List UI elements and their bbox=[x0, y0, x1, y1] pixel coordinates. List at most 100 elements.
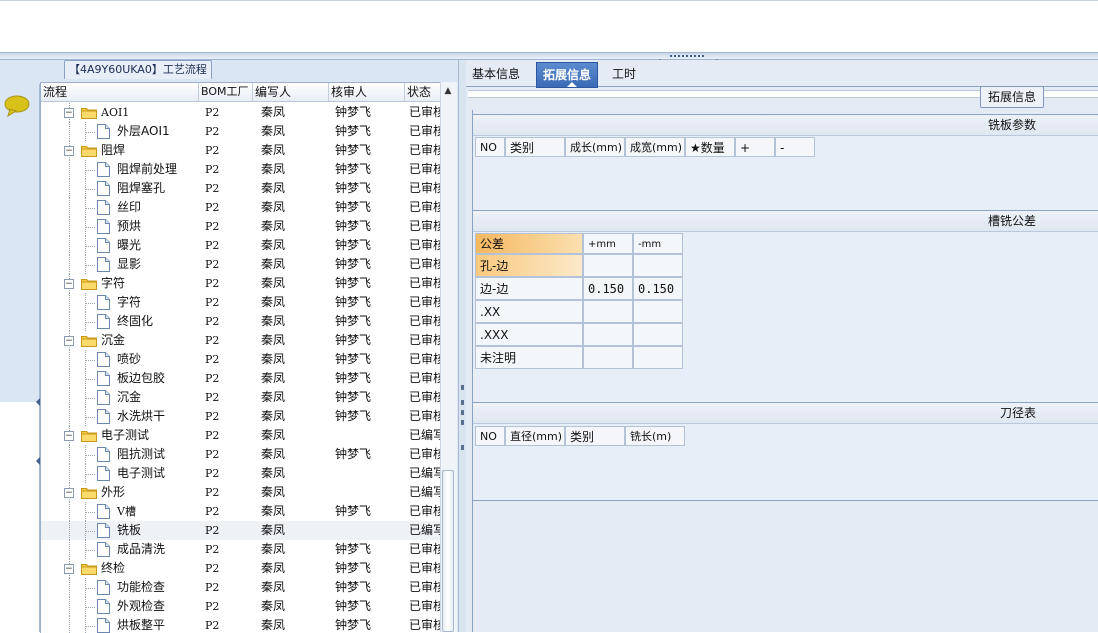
side-strip-bg bbox=[0, 84, 39, 402]
table-row[interactable]: 外观检查 P2 秦凤 钟梦飞 已审核 bbox=[41, 597, 441, 616]
tree-line bbox=[85, 303, 95, 304]
splitter-collapse-icon[interactable] bbox=[655, 53, 665, 64]
bom-factory: P2 bbox=[205, 600, 220, 613]
column-header-writer[interactable]: 编写人 bbox=[253, 83, 329, 101]
status: 已审核 bbox=[409, 580, 441, 594]
table-row[interactable]: − 阻焊 P2 秦凤 钟梦飞 已审核 bbox=[41, 141, 441, 160]
col-width[interactable]: 成宽(mm) bbox=[625, 137, 685, 157]
splitter-grip-icon[interactable] bbox=[670, 55, 704, 59]
status: 已审核 bbox=[409, 257, 441, 271]
tolerance-plus-field[interactable] bbox=[583, 323, 633, 346]
reviewer: 钟梦飞 bbox=[335, 352, 372, 366]
tool-col-category[interactable]: 类别 bbox=[565, 426, 625, 446]
tree-line bbox=[85, 512, 95, 513]
table-row[interactable]: 曝光 P2 秦凤 钟梦飞 已审核 bbox=[41, 236, 441, 255]
table-row[interactable]: 成品清洗 P2 秦凤 钟梦飞 已审核 bbox=[41, 540, 441, 559]
col-minus[interactable]: - bbox=[775, 137, 815, 157]
tolerance-name: 未注明 bbox=[475, 346, 583, 369]
tolerance-minus-field[interactable] bbox=[633, 254, 683, 277]
table-row[interactable]: 铣板 P2 秦凤 已编写 bbox=[41, 521, 441, 540]
tool-col-mill-length[interactable]: 铣长(m) bbox=[625, 426, 685, 446]
table-row[interactable]: − 电子测试 P2 秦凤 已编写 bbox=[41, 426, 441, 445]
tab-basic-info[interactable]: 基本信息 bbox=[466, 62, 526, 86]
col-category[interactable]: 类别 bbox=[505, 137, 565, 157]
collapse-toggle-icon[interactable]: − bbox=[64, 564, 74, 574]
table-row[interactable]: 阻焊前处理 P2 秦凤 钟梦飞 已审核 bbox=[41, 160, 441, 179]
writer: 秦凤 bbox=[261, 219, 286, 233]
table-row[interactable]: 阻抗测试 P2 秦凤 钟梦飞 已审核 bbox=[41, 445, 441, 464]
flow-name: 沉金 bbox=[101, 333, 126, 347]
table-row[interactable]: 阻焊塞孔 P2 秦凤 钟梦飞 已审核 bbox=[41, 179, 441, 198]
tolerance-minus-field[interactable] bbox=[633, 346, 683, 369]
table-row[interactable]: 字符 P2 秦凤 钟梦飞 已审核 bbox=[41, 293, 441, 312]
tree-line bbox=[69, 350, 70, 369]
tolerance-plus-field[interactable] bbox=[583, 300, 633, 323]
flow-name: 阻焊前处理 bbox=[117, 162, 178, 176]
collapse-toggle-icon[interactable]: − bbox=[64, 279, 74, 289]
tab-work-hours[interactable]: 工时 bbox=[606, 62, 642, 86]
top-toolbar-area bbox=[0, 0, 1098, 53]
horizontal-splitter[interactable] bbox=[0, 52, 1098, 60]
tolerance-plus-field[interactable]: 0.150 bbox=[583, 277, 633, 300]
tolerance-plus-field[interactable] bbox=[583, 346, 633, 369]
column-header-flow[interactable]: 流程 bbox=[41, 83, 199, 101]
splitter-expand-icon[interactable] bbox=[712, 53, 722, 64]
tolerance-name: 孔-边 bbox=[475, 254, 583, 277]
column-header-bom[interactable]: BOM工厂 bbox=[199, 83, 253, 101]
status: 已审核 bbox=[409, 618, 441, 632]
reviewer: 钟梦飞 bbox=[335, 580, 372, 594]
tolerance-header-plus: +mm bbox=[583, 233, 633, 254]
reviewer: 钟梦飞 bbox=[335, 504, 372, 518]
collapse-toggle-icon[interactable]: − bbox=[64, 336, 74, 346]
table-row[interactable]: V槽 P2 秦凤 钟梦飞 已审核 bbox=[41, 502, 441, 521]
table-row[interactable]: 水洗烘干 P2 秦凤 钟梦飞 已审核 bbox=[41, 407, 441, 426]
scrollbar-thumb[interactable] bbox=[442, 470, 454, 632]
folder-icon bbox=[81, 144, 97, 157]
tolerance-minus-field[interactable]: 0.150 bbox=[633, 277, 683, 300]
table-row[interactable]: 沉金 P2 秦凤 钟梦飞 已审核 bbox=[41, 388, 441, 407]
table-row[interactable]: 预烘 P2 秦凤 钟梦飞 已审核 bbox=[41, 217, 441, 236]
writer: 秦凤 bbox=[261, 238, 286, 252]
collapse-toggle-icon[interactable]: − bbox=[64, 488, 74, 498]
tool-col-no[interactable]: NO bbox=[475, 426, 505, 446]
tree-line bbox=[69, 521, 70, 540]
writer: 秦凤 bbox=[261, 447, 286, 461]
tolerance-plus-field[interactable] bbox=[583, 254, 633, 277]
table-row[interactable]: 丝印 P2 秦凤 钟梦飞 已审核 bbox=[41, 198, 441, 217]
table-row[interactable]: − 外形 P2 秦凤 已编写 bbox=[41, 483, 441, 502]
table-row[interactable]: 电子测试 P2 秦凤 已编写 bbox=[41, 464, 441, 483]
tolerance-minus-field[interactable] bbox=[633, 300, 683, 323]
column-header-reviewer[interactable]: 核审人 bbox=[329, 83, 405, 101]
milling-params-header: 铣板参数 bbox=[473, 114, 1098, 136]
writer: 秦凤 bbox=[261, 200, 286, 214]
table-row[interactable]: − 终检 P2 秦凤 钟梦飞 已审核 bbox=[41, 559, 441, 578]
bom-factory: P2 bbox=[205, 410, 220, 423]
writer: 秦凤 bbox=[261, 466, 286, 480]
collapse-toggle-icon[interactable]: − bbox=[64, 431, 74, 441]
table-row[interactable]: 功能检查 P2 秦凤 钟梦飞 已审核 bbox=[41, 578, 441, 597]
tree-line bbox=[85, 189, 95, 190]
table-row[interactable]: 终固化 P2 秦凤 钟梦飞 已审核 bbox=[41, 312, 441, 331]
collapse-toggle-icon[interactable]: − bbox=[64, 146, 74, 156]
table-row[interactable]: 烘板整平 P2 秦凤 钟梦飞 已审核 bbox=[41, 616, 441, 633]
col-no[interactable]: NO bbox=[475, 137, 505, 157]
flow-name: 显影 bbox=[117, 257, 142, 271]
table-row[interactable]: − AOI1 P2 秦凤 钟梦飞 已审核 bbox=[41, 103, 441, 122]
table-row[interactable]: 板边包胶 P2 秦凤 钟梦飞 已审核 bbox=[41, 369, 441, 388]
chat-bubble-icon[interactable] bbox=[4, 95, 30, 118]
flow-name: 曝光 bbox=[117, 238, 142, 252]
tolerance-minus-field[interactable] bbox=[633, 323, 683, 346]
writer: 秦凤 bbox=[261, 143, 286, 157]
col-quantity[interactable]: ★数量 bbox=[685, 137, 735, 157]
col-length[interactable]: 成长(mm) bbox=[565, 137, 625, 157]
collapse-toggle-icon[interactable]: − bbox=[64, 108, 74, 118]
table-row[interactable]: − 沉金 P2 秦凤 钟梦飞 已审核 bbox=[41, 331, 441, 350]
table-row[interactable]: 显影 P2 秦凤 钟梦飞 已审核 bbox=[41, 255, 441, 274]
table-row[interactable]: 喷砂 P2 秦凤 钟梦飞 已审核 bbox=[41, 350, 441, 369]
col-plus[interactable]: + bbox=[735, 137, 775, 157]
table-row[interactable]: 外层AOI1 P2 秦凤 钟梦飞 已审核 bbox=[41, 122, 441, 141]
table-row[interactable]: − 字符 P2 秦凤 钟梦飞 已审核 bbox=[41, 274, 441, 293]
scroll-up-icon[interactable]: ▲ bbox=[441, 84, 455, 98]
column-header-status[interactable]: 状态 bbox=[405, 83, 441, 101]
tool-col-diameter[interactable]: 直径(mm) bbox=[505, 426, 565, 446]
